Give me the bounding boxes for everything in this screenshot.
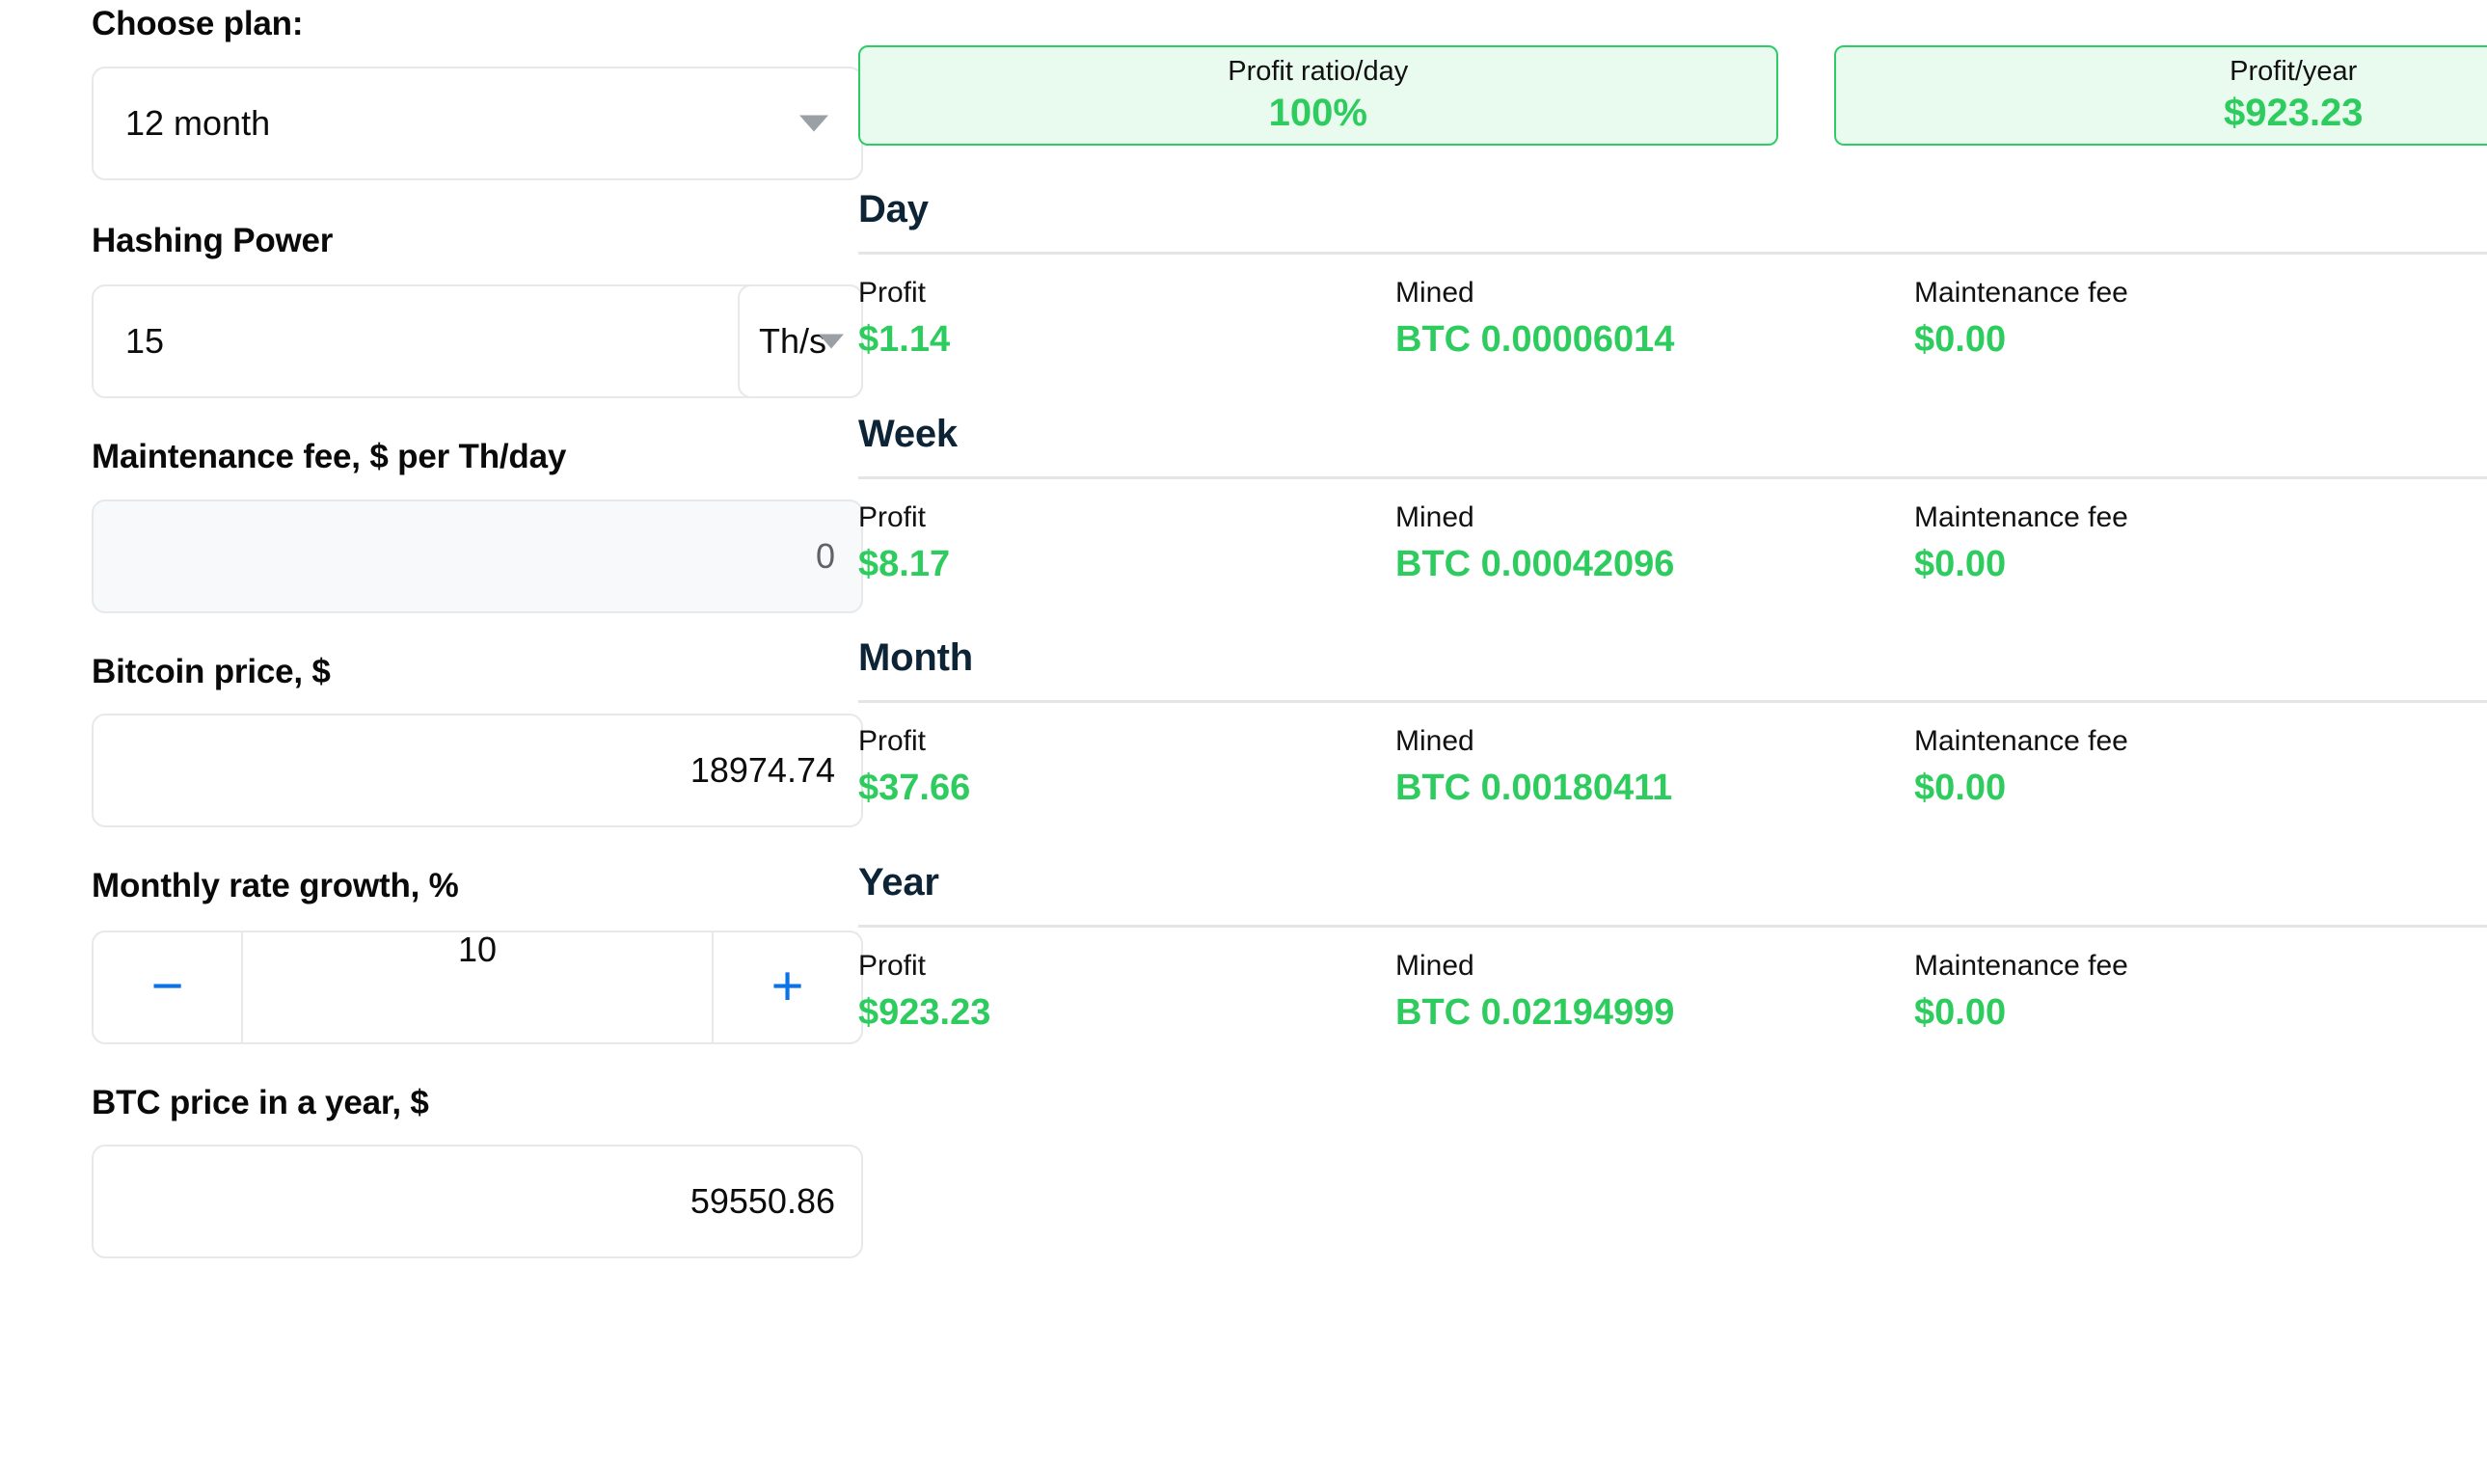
bitcoin-price-input[interactable]: 18974.74	[92, 714, 863, 827]
period-title: Day	[858, 188, 929, 230]
metric-value: $0.00	[1914, 768, 2007, 809]
metric-maintenance-fee: Maintenance fee $0.00	[1914, 949, 2454, 1036]
btc-price-in-year-label: BTC price in a year, $	[92, 1083, 429, 1121]
period-block-day: Day Profit $1.14 Mined BTC 0.00006014 Ma…	[858, 188, 2487, 363]
period-block-month: Month Profit $37.66 Mined BTC 0.00180411…	[858, 636, 2487, 811]
chevron-down-icon	[799, 115, 828, 131]
bitcoin-price-value: 18974.74	[689, 750, 835, 790]
hashing-power-value: 15	[125, 321, 165, 361]
summary-cards: Profit ratio/day 100% Profit/year $923.2…	[858, 0, 2487, 146]
metric-value: $0.00	[1914, 319, 2007, 360]
metric-value: $0.00	[1914, 991, 2007, 1033]
field-choose-plan: Choose plan: 12 month	[92, 0, 863, 180]
btc-price-in-year-value: 59550.86	[689, 1181, 835, 1221]
field-monthly-rate-growth: Monthly rate growth, % − 10 +	[92, 867, 863, 1044]
summary-card-value: $923.23	[2223, 91, 2364, 134]
metric-profit: Profit $8.17	[858, 500, 1395, 587]
choose-plan-value: 12 month	[125, 102, 271, 143]
metric-profit: Profit $923.23	[858, 949, 1395, 1036]
metric-mined: Mined BTC 0.00042096	[1395, 500, 1914, 587]
period-title: Month	[858, 636, 973, 680]
metric-mined: Mined BTC 0.00180411	[1395, 724, 1914, 811]
monthly-rate-decrement-button[interactable]: −	[94, 931, 243, 1042]
summary-card-title: Profit ratio/day	[1228, 56, 1409, 88]
plus-icon: +	[770, 955, 804, 1018]
metric-label: Profit	[858, 500, 927, 533]
monthly-rate-growth-label: Monthly rate growth, %	[92, 867, 459, 904]
maintenance-fee-label: Maintenance fee, $ per Th/day	[92, 438, 567, 475]
maintenance-fee-value: 0	[815, 535, 835, 576]
summary-card-title: Profit/year	[2230, 56, 2358, 88]
choose-plan-select[interactable]: 12 month	[92, 66, 863, 180]
period-divider	[858, 924, 2487, 928]
field-hashing-power: Hashing Power 15 Th/s	[92, 221, 863, 398]
period-metrics: Profit $37.66 Mined BTC 0.00180411 Maint…	[858, 724, 2487, 811]
chevron-down-icon	[819, 334, 844, 349]
metric-label: Maintenance fee	[1914, 725, 2128, 758]
metric-maintenance-fee: Maintenance fee $0.00	[1914, 724, 2454, 811]
summary-card-value: 100%	[1268, 91, 1367, 134]
metric-mined: Mined BTC 0.00006014	[1395, 276, 1914, 363]
metric-label: Profit	[858, 277, 927, 309]
metric-value: BTC 0.00042096	[1395, 543, 1675, 584]
minus-icon: −	[150, 955, 184, 1018]
btc-price-in-year-input[interactable]: 59550.86	[92, 1145, 863, 1258]
field-maintenance-fee: Maintenance fee, $ per Th/day 0	[92, 438, 863, 613]
period-block-year: Year Profit $923.23 Mined BTC 0.02194999…	[858, 861, 2487, 1036]
metric-label: Maintenance fee	[1914, 949, 2128, 982]
metric-value: $37.66	[858, 768, 971, 809]
metric-label: Profit	[858, 949, 927, 982]
period-metrics: Profit $1.14 Mined BTC 0.00006014 Mainte…	[858, 276, 2487, 363]
metric-maintenance-fee: Maintenance fee $0.00	[1914, 276, 2454, 363]
metric-label: Maintenance fee	[1914, 277, 2128, 309]
field-bitcoin-price: Bitcoin price, $ 18974.74	[92, 652, 863, 827]
calculator-page: Choose plan: 12 month Hashing Power 15 T…	[0, 0, 2487, 1484]
metric-mined: Mined BTC 0.02194999	[1395, 949, 1914, 1036]
period-block-week: Week Profit $8.17 Mined BTC 0.00042096 M…	[858, 413, 2487, 587]
monthly-rate-increment-button[interactable]: +	[712, 931, 861, 1042]
hashing-power-unit-value: Th/s	[759, 321, 827, 361]
metric-label: Maintenance fee	[1914, 500, 2128, 533]
monthly-rate-growth-stepper: − 10 +	[92, 930, 863, 1044]
metric-value: $1.14	[858, 319, 951, 360]
metric-profit: Profit $1.14	[858, 276, 1395, 363]
hashing-power-label: Hashing Power	[92, 221, 334, 259]
hashing-power-group: 15 Th/s	[92, 284, 863, 398]
metric-value: BTC 0.02194999	[1395, 991, 1675, 1033]
metric-label: Mined	[1395, 277, 1474, 309]
metric-label: Mined	[1395, 500, 1474, 533]
metric-label: Mined	[1395, 725, 1474, 758]
monthly-rate-growth-value[interactable]: 10	[243, 931, 712, 1042]
field-btc-price-in-year: BTC price in a year, $ 59550.86	[92, 1083, 863, 1258]
period-divider	[858, 252, 2487, 255]
period-divider	[858, 700, 2487, 704]
period-title: Week	[858, 412, 958, 455]
calculator-results: Profit ratio/day 100% Profit/year $923.2…	[858, 0, 2487, 1035]
hashing-power-unit-select[interactable]: Th/s	[738, 284, 863, 398]
maintenance-fee-input[interactable]: 0	[92, 499, 863, 613]
metric-value: $0.00	[1914, 543, 2007, 584]
period-divider	[858, 475, 2487, 479]
metric-value: BTC 0.00006014	[1395, 319, 1675, 360]
choose-plan-label: Choose plan:	[92, 5, 304, 42]
metric-maintenance-fee: Maintenance fee $0.00	[1914, 500, 2454, 587]
period-title: Year	[858, 860, 939, 904]
period-metrics: Profit $923.23 Mined BTC 0.02194999 Main…	[858, 949, 2487, 1036]
calculator-form: Choose plan: 12 month Hashing Power 15 T…	[0, 0, 863, 1258]
summary-card-profit-year: Profit/year $923.23	[1833, 45, 2487, 146]
bitcoin-price-label: Bitcoin price, $	[92, 652, 331, 690]
period-metrics: Profit $8.17 Mined BTC 0.00042096 Mainte…	[858, 500, 2487, 587]
metric-label: Mined	[1395, 949, 1474, 982]
metric-label: Profit	[858, 725, 927, 758]
metric-value: BTC 0.00180411	[1395, 768, 1673, 809]
summary-card-profit-ratio-day: Profit ratio/day 100%	[858, 45, 1778, 146]
metric-profit: Profit $37.66	[858, 724, 1395, 811]
metric-value: $8.17	[858, 543, 951, 584]
metric-value: $923.23	[858, 991, 991, 1033]
